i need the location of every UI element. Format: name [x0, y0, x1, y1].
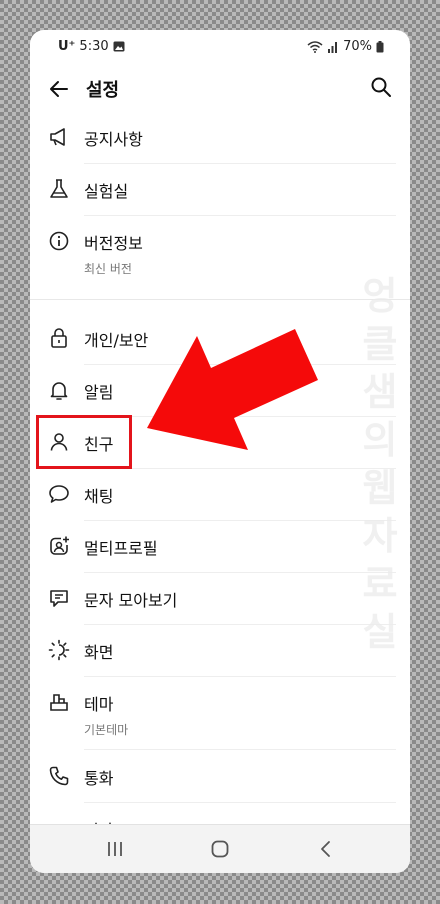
settings-item-theme[interactable]: 테마 기본테마 [44, 677, 396, 757]
system-nav-bar [30, 824, 410, 873]
message-icon [48, 587, 70, 609]
settings-item-sublabel: 기본테마 [84, 723, 129, 737]
wifi-icon [307, 40, 323, 53]
settings-item-label: 실험실 [84, 182, 129, 201]
clock: 5:30 [79, 39, 109, 54]
settings-item-display[interactable]: 화면 [44, 625, 396, 677]
battery-level: 70% [343, 39, 372, 54]
settings-item-chat[interactable]: 채팅 [44, 469, 396, 521]
recent-apps-icon[interactable] [103, 837, 127, 861]
page-title: 설정 [86, 80, 120, 101]
settings-item-label: 문자 모아보기 [84, 591, 178, 610]
divider [84, 749, 396, 750]
add-profile-icon [48, 535, 70, 557]
settings-item-label: 멀티프로필 [84, 539, 158, 558]
settings-item-sublabel: 최신 버전 [84, 262, 132, 276]
status-bar: U⁺ 5:30 70% [30, 30, 410, 62]
highlight-box [36, 415, 132, 469]
bell-icon [48, 379, 70, 401]
brightness-icon [48, 639, 70, 661]
gallery-notification-icon [113, 41, 125, 52]
settings-item-calls[interactable]: 통화 [44, 751, 396, 803]
back-nav-icon[interactable] [314, 837, 338, 861]
app-header: 설정 [30, 62, 410, 118]
carrier-label: U⁺ [58, 39, 76, 54]
watermark-text: 엉클샘의웹자료실 [362, 274, 398, 654]
settings-item-lab[interactable]: 실험실 [44, 164, 396, 216]
back-arrow-icon[interactable] [48, 78, 70, 100]
theme-icon [48, 691, 70, 713]
battery-icon [376, 40, 384, 53]
phone-icon [48, 765, 70, 787]
settings-item-notice[interactable]: 공지사항 [44, 112, 396, 164]
signal-icon [327, 41, 339, 53]
section-divider [30, 299, 410, 300]
settings-item-multiprofile[interactable]: 멀티프로필 [44, 521, 396, 573]
settings-item-label: 화면 [84, 643, 114, 662]
megaphone-icon [48, 126, 70, 148]
settings-item-label: 채팅 [84, 487, 114, 506]
settings-item-label: 개인/보안 [84, 331, 149, 350]
flask-icon [48, 178, 70, 200]
lock-icon [48, 327, 70, 349]
settings-item-label: 버전정보 [84, 234, 143, 253]
home-icon[interactable] [208, 837, 232, 861]
chat-bubble-icon [48, 483, 70, 505]
settings-item-label: 공지사항 [84, 130, 143, 149]
settings-item-messages[interactable]: 문자 모아보기 [44, 573, 396, 625]
search-icon[interactable] [370, 76, 392, 98]
settings-item-label: 통화 [84, 769, 114, 788]
settings-item-label: 테마 [84, 695, 114, 714]
info-icon [48, 230, 70, 252]
settings-item-version[interactable]: 버전정보 최신 버전 [44, 216, 396, 296]
settings-item-label: 알림 [84, 383, 114, 402]
pointer-arrow-icon [140, 326, 340, 456]
